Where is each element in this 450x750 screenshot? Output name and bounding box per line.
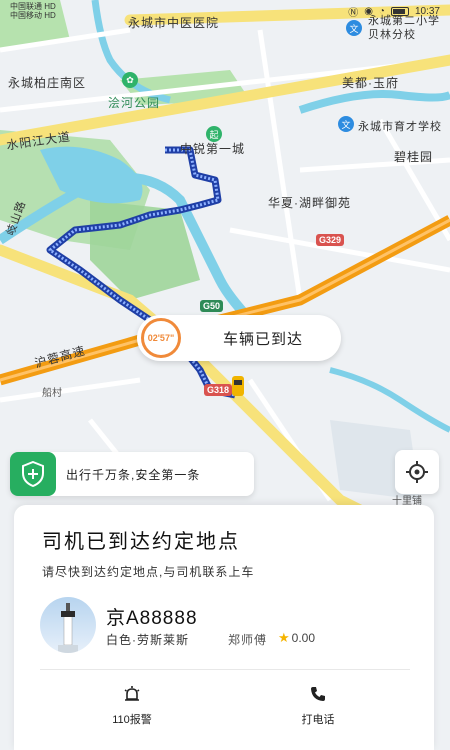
shield-icon — [10, 452, 56, 496]
status-icons: Ⓝ ◉ ◔ 10:37 — [348, 4, 440, 19]
map-label: 碧桂园 — [394, 150, 434, 164]
carrier-info: 中国联通 HD 中国移动 HD — [10, 2, 56, 20]
park-icon: ✿ — [122, 72, 138, 88]
arrival-text: 车辆已到达 — [223, 330, 304, 348]
phone-call-button[interactable]: 打电话 — [258, 685, 378, 727]
rating-value: 0.00 — [291, 631, 316, 645]
car-model: 白色·劳斯莱斯 — [106, 633, 189, 647]
carrier-line: 中国联通 HD — [10, 2, 56, 11]
carrier-line: 中国移动 HD — [10, 11, 56, 20]
road-tag-g50: G50 — [200, 300, 224, 312]
map-label: 美都·玉府 — [342, 76, 399, 90]
school-icon: 文 — [338, 116, 354, 132]
wifi-icon: ◔ — [378, 5, 385, 17]
alarm-icon — [124, 686, 140, 701]
map-label: 船村 — [42, 388, 62, 399]
trip-info-card: 司机已到达约定地点 请尽快到达约定地点,与司机联系上车 京A88888 白色·劳… — [14, 505, 434, 750]
arrival-bubble: 02'57" 车辆已到达 — [137, 315, 341, 361]
map-label: 中锐第一城 — [180, 142, 246, 156]
battery-icon — [390, 6, 409, 16]
license-plate: 京A88888 — [106, 608, 198, 629]
crosshair-icon — [406, 461, 428, 483]
nfc-icon: Ⓝ — [348, 7, 359, 19]
card-subtitle: 请尽快到达约定地点,与司机联系上车 — [42, 565, 255, 579]
divider — [40, 669, 410, 670]
wait-timer: 02'57" — [141, 318, 181, 358]
clock-time: 10:37 — [414, 5, 440, 17]
location-icon: ◉ — [364, 5, 373, 17]
driver-avatar — [40, 597, 96, 653]
locate-button[interactable] — [395, 450, 439, 494]
call-police-button[interactable]: 110报警 — [72, 685, 192, 727]
phone-call-label: 打电话 — [301, 714, 335, 726]
call-police-label: 110报警 — [112, 714, 152, 726]
status-bar: 中国联通 HD 中国移动 HD Ⓝ ◉ ◔ 10:37 — [0, 0, 450, 22]
safety-banner[interactable]: 出行千万条,安全第一条 — [10, 452, 254, 496]
phone-icon — [311, 687, 325, 701]
safety-text: 出行千万条,安全第一条 — [66, 467, 201, 482]
road-tag-g329: G329 — [316, 234, 345, 246]
school-icon: 文 — [346, 20, 362, 36]
driver-name: 郑师傅 — [228, 633, 268, 647]
card-title: 司机已到达约定地点 — [42, 531, 240, 553]
star-icon: ★ — [278, 630, 290, 645]
map-label: 华夏·湖畔御苑 — [268, 196, 351, 210]
map-label: 永城市育才学校 — [358, 121, 442, 133]
driver-rating: ★ 0.00 — [278, 630, 315, 646]
map-label: 浍河公园 — [108, 96, 161, 110]
road-tag-g318: G318 — [204, 384, 233, 396]
map-label: 永城柏庄南区 — [8, 76, 87, 90]
